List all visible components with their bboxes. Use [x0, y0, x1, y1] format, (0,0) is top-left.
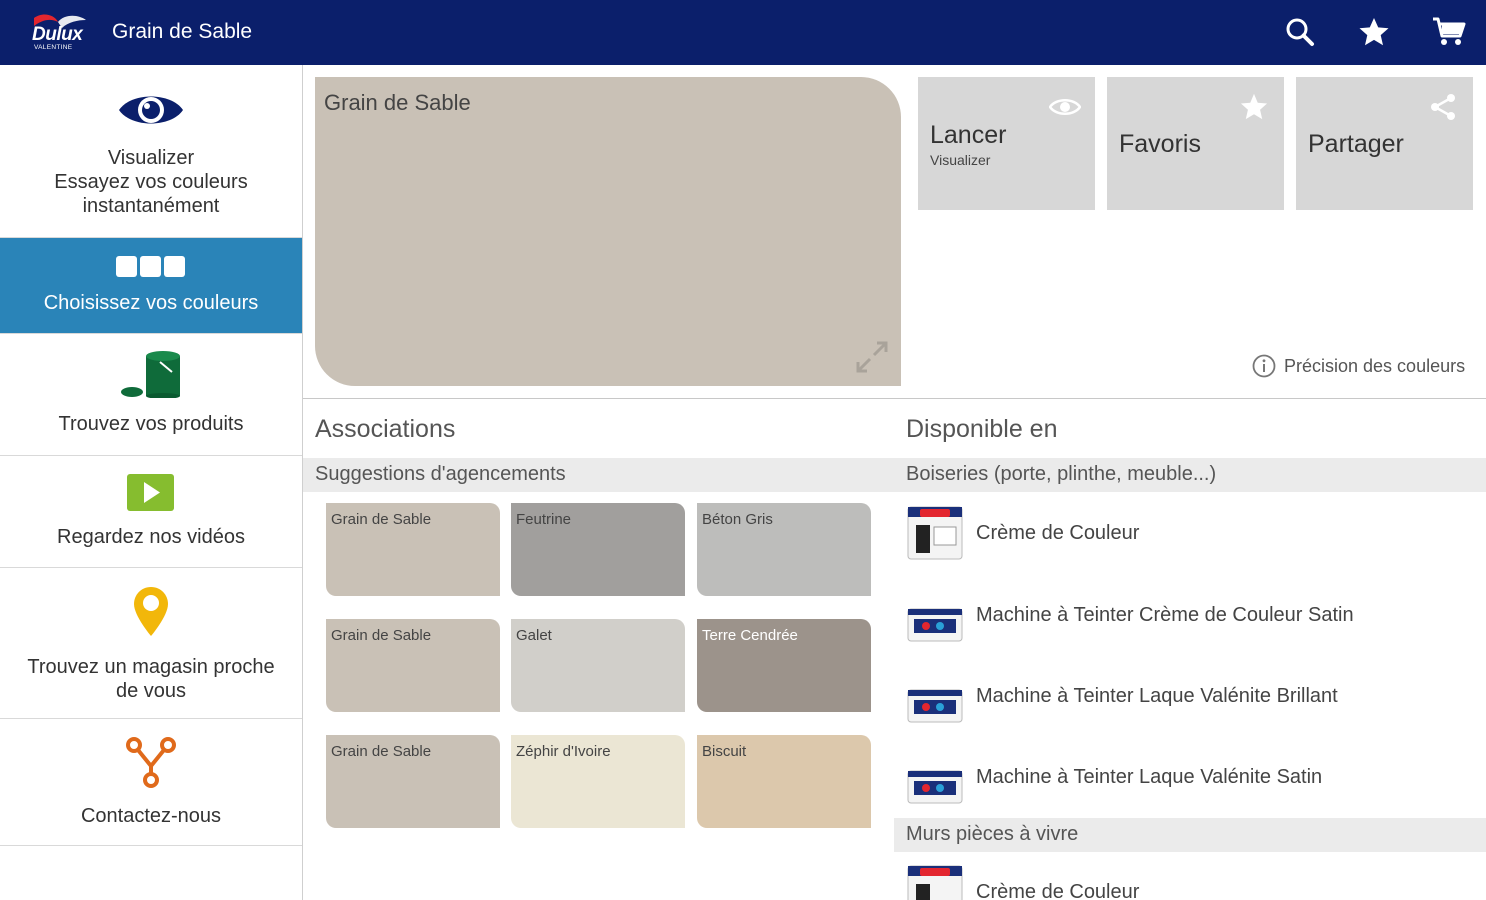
star-icon	[1238, 93, 1270, 121]
logo-wordmark: Dulux	[32, 24, 83, 45]
product-item[interactable]: Crème de Couleur	[906, 864, 1476, 900]
color-swatch[interactable]: Biscuit	[697, 735, 871, 828]
color-swatch[interactable]: Feutrine	[511, 503, 685, 596]
sidebar-item-store-locator[interactable]: Trouvez un magasin proche de vous	[0, 568, 302, 719]
product-category-label: Boiseries (porte, plinthe, meuble...)	[906, 463, 1217, 485]
sidebar-nav: Visualizer Essayez vos couleurs instanta…	[0, 65, 303, 900]
sidebar-item-visualizer[interactable]: Visualizer Essayez vos couleurs instanta…	[0, 65, 302, 238]
eye-icon	[117, 90, 185, 130]
sidebar-item-label: de vous	[115, 680, 187, 702]
paint-can-icon	[120, 350, 182, 399]
swatches-icon	[116, 256, 186, 278]
star-icon[interactable]	[1358, 16, 1390, 48]
color-swatch[interactable]: Zéphir d'Ivoire	[511, 735, 685, 828]
paint-tub-image	[906, 864, 964, 900]
action-sublabel: Visualizer	[930, 152, 991, 168]
sidebar-item-videos[interactable]: Regardez nos vidéos	[0, 456, 302, 568]
action-label: Lancer	[930, 121, 1007, 149]
share-icon	[1427, 93, 1459, 121]
product-name: Machine à Teinter Laque Valénite Brillan…	[976, 685, 1338, 707]
product-category-band: Boiseries (porte, plinthe, meuble...)	[894, 458, 1486, 492]
info-icon	[1252, 354, 1276, 378]
product-name: Machine à Teinter Laque Valénite Satin	[976, 766, 1323, 788]
product-item[interactable]: Machine à Teinter Laque Valénite Satin	[906, 749, 1476, 809]
product-category-band: Murs pièces à vivre	[894, 818, 1486, 852]
expand-icon[interactable]	[855, 340, 889, 374]
swatch-label: Béton Gris	[702, 511, 773, 528]
cart-icon[interactable]	[1432, 16, 1466, 48]
color-swatch[interactable]: Grain de Sable	[326, 503, 500, 596]
sidebar-item-label: instantanément	[82, 195, 220, 217]
swatch-label: Feutrine	[516, 511, 572, 528]
sidebar-item-label: Regardez nos vidéos	[57, 526, 245, 548]
sidebar-item-label: Contactez-nous	[80, 805, 222, 827]
sidebar-item-label: Trouvez vos produits	[58, 413, 244, 435]
suggestions-band: Suggestions d'agencements	[303, 458, 894, 492]
product-name: Crème de Couleur	[976, 881, 1140, 900]
sidebar-item-products[interactable]: Trouvez vos produits	[0, 334, 302, 456]
availability-title: Disponible en	[906, 415, 1058, 443]
color-swatch[interactable]: Grain de Sable	[326, 735, 500, 828]
product-name: Machine à Teinter Crème de Couleur Satin	[976, 604, 1354, 626]
swatch-label: Biscuit	[702, 743, 747, 760]
product-category-label: Murs pièces à vivre	[906, 823, 1079, 845]
app-title: Grain de Sable	[112, 20, 253, 43]
action-label: Favoris	[1119, 130, 1201, 158]
sidebar-item-contact[interactable]: Contactez-nous	[0, 719, 302, 846]
launch-visualizer-button[interactable]: Lancer Visualizer	[918, 77, 1095, 210]
sidebar-item-label: Choisissez vos couleurs	[43, 292, 259, 314]
share-button[interactable]: Partager	[1296, 77, 1473, 210]
product-item[interactable]: Machine à Teinter Crème de Couleur Satin	[906, 587, 1476, 647]
action-label: Partager	[1308, 130, 1404, 158]
swatch-label: Galet	[516, 627, 552, 644]
color-name: Grain de Sable	[324, 90, 471, 115]
section-divider	[303, 398, 1486, 399]
associations-title: Associations	[315, 415, 456, 443]
sidebar-item-label: Trouvez un magasin proche	[27, 656, 275, 678]
favorites-button[interactable]: Favoris	[1107, 77, 1284, 210]
connect-icon	[125, 736, 177, 788]
color-swatch[interactable]: Galet	[511, 619, 685, 712]
top-app-bar: Dulux VALENTINE Grain de Sable	[0, 0, 1486, 65]
sidebar-item-label: Visualizer	[107, 147, 195, 169]
dulux-logo[interactable]: Dulux VALENTINE	[28, 12, 94, 54]
swatch-label: Terre Cendrée	[702, 627, 798, 644]
color-swatch[interactable]: Béton Gris	[697, 503, 871, 596]
search-icon[interactable]	[1284, 16, 1316, 48]
swatch-label: Grain de Sable	[331, 511, 432, 528]
play-icon	[127, 474, 174, 511]
color-swatch[interactable]: Terre Cendrée	[697, 619, 871, 712]
logo-subtext: VALENTINE	[34, 44, 73, 51]
paint-tub-image	[906, 749, 964, 807]
swatch-label: Grain de Sable	[331, 743, 432, 760]
paint-tub-image	[906, 587, 964, 645]
color-swatch[interactable]: Grain de Sable	[326, 619, 500, 712]
paint-tub-image	[906, 668, 964, 726]
sidebar-item-colors[interactable]: Choisissez vos couleurs	[0, 238, 302, 334]
swatch-label: Zéphir d'Ivoire	[516, 743, 611, 760]
eye-icon	[1048, 93, 1082, 121]
suggestions-label: Suggestions d'agencements	[315, 463, 566, 485]
product-name: Crème de Couleur	[976, 522, 1140, 544]
product-item[interactable]: Crème de Couleur	[906, 505, 1476, 565]
product-item[interactable]: Machine à Teinter Laque Valénite Brillan…	[906, 668, 1476, 728]
color-preview[interactable]: Grain de Sable	[315, 77, 901, 386]
swatch-label: Grain de Sable	[331, 627, 432, 644]
sidebar-item-label: Essayez vos couleurs	[54, 171, 248, 193]
map-pin-icon	[133, 586, 169, 638]
paint-tub-image	[906, 505, 964, 563]
color-precision-label: Précision des couleurs	[1284, 356, 1466, 376]
